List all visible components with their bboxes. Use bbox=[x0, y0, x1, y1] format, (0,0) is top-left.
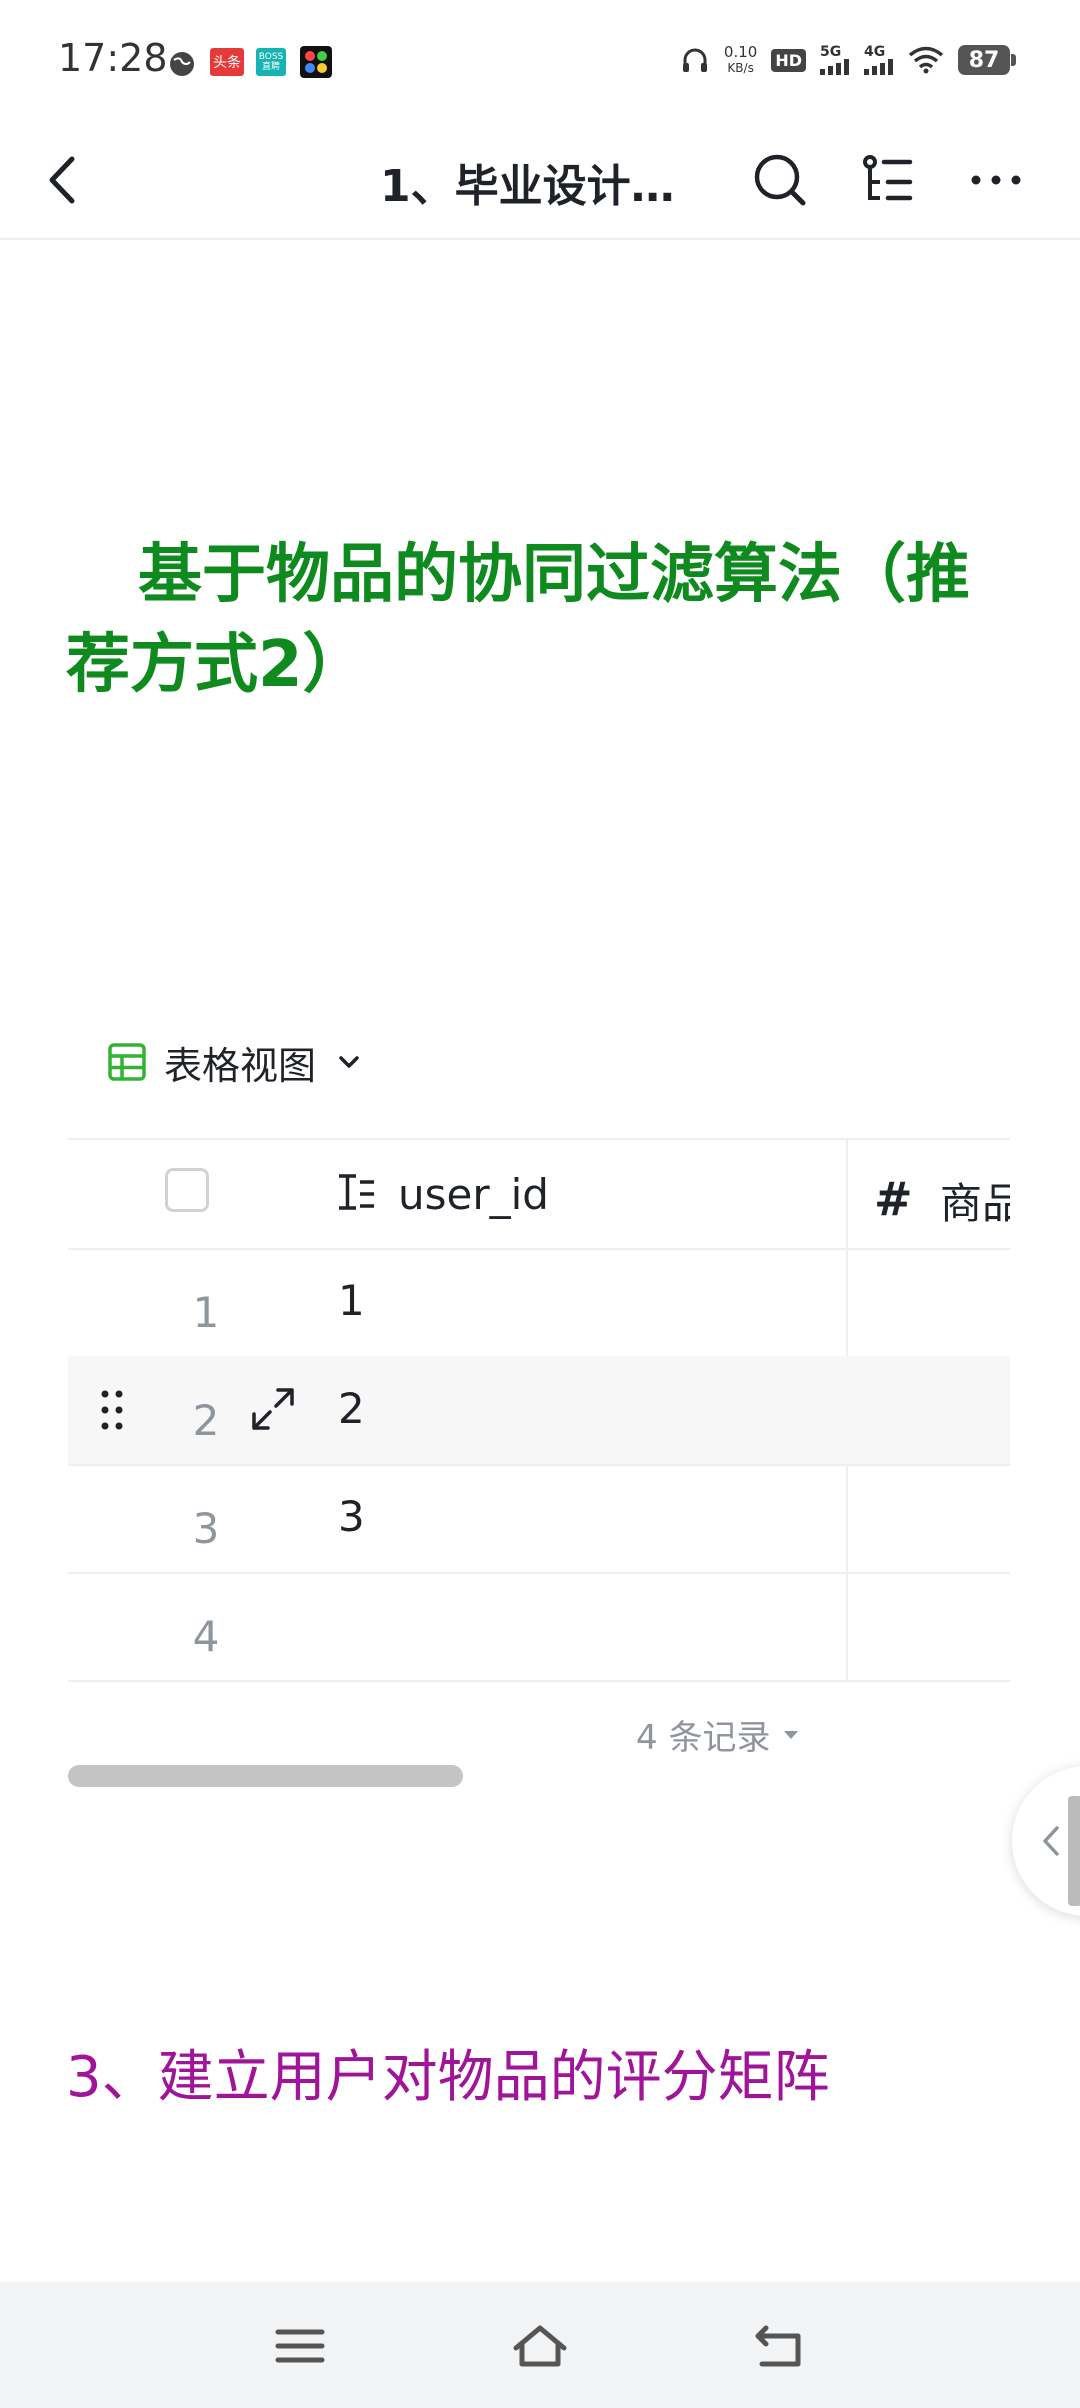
headphones-icon bbox=[682, 48, 707, 72]
cell-user-id[interactable]: 2 bbox=[338, 1384, 365, 1433]
view-selector[interactable]: 表格视图 bbox=[108, 1034, 364, 1090]
horizontal-scrollbar[interactable] bbox=[68, 1765, 463, 1787]
outline-icon[interactable] bbox=[858, 150, 918, 210]
record-count-label: 4 条记录 bbox=[636, 1718, 771, 1758]
search-icon[interactable] bbox=[750, 150, 810, 210]
status-bar: 17:28 头条 BOSS直聘 0.10 KB/s HD 5G 4G 87 bbox=[0, 0, 1080, 120]
table-row[interactable]: 3 3 bbox=[68, 1464, 1010, 1574]
signal-bars-icon bbox=[864, 59, 893, 75]
side-panel-handle[interactable] bbox=[1012, 1766, 1080, 1916]
select-all-checkbox[interactable] bbox=[165, 1168, 209, 1212]
table-header-row: user_id # 商品 bbox=[68, 1140, 1010, 1250]
signal-4g: 4G bbox=[864, 45, 894, 75]
cell-user-id[interactable]: 3 bbox=[338, 1492, 365, 1541]
view-label: 表格视图 bbox=[164, 1043, 317, 1088]
status-icons: 0.10 KB/s HD 5G 4G 87 bbox=[680, 40, 1016, 80]
table-row[interactable]: 2 2 bbox=[68, 1356, 1010, 1466]
section-heading: 基于物品的协同过滤算法（推荐方式2） bbox=[66, 538, 970, 702]
home-icon[interactable] bbox=[510, 2318, 570, 2374]
table-row[interactable]: 1 1 bbox=[68, 1248, 1010, 1358]
menu-icon[interactable] bbox=[270, 2318, 330, 2374]
chevron-down-icon bbox=[339, 1056, 359, 1068]
system-nav-bar bbox=[0, 2282, 1080, 2408]
row-number: 4 bbox=[192, 1612, 220, 1661]
data-table: user_id # 商品 1 1 2 2 3 3 4 bbox=[68, 1138, 1010, 1682]
boss-app-icon: BOSS直聘 bbox=[256, 48, 286, 76]
table-view-icon bbox=[108, 1043, 146, 1081]
page-title: 1、毕业设计… bbox=[380, 161, 675, 212]
text-field-icon bbox=[339, 1174, 374, 1210]
back-nav-icon[interactable] bbox=[750, 2318, 810, 2374]
section-subheading: 3、建立用户对物品的评分矩阵 bbox=[66, 2045, 830, 2110]
status-time: 17:28 bbox=[58, 36, 168, 80]
row-number: 3 bbox=[192, 1504, 220, 1553]
top-nav-bar: 1、毕业设计… bbox=[0, 120, 1080, 240]
caret-down-icon bbox=[784, 1730, 799, 1739]
table-row[interactable]: 4 bbox=[68, 1572, 1010, 1682]
chevron-left-icon bbox=[1043, 1826, 1059, 1856]
net-speed: 0.10 KB/s bbox=[723, 43, 758, 75]
app-grid-icon bbox=[300, 46, 332, 78]
number-field-icon: # bbox=[874, 1172, 913, 1226]
column-header-goods[interactable]: 商品 bbox=[940, 1170, 1010, 1231]
drag-handle-icon[interactable] bbox=[98, 1388, 128, 1432]
record-count[interactable]: 4 条记录 bbox=[636, 1710, 800, 1759]
battery-indicator: 87 bbox=[958, 45, 1016, 75]
cell-user-id[interactable]: 1 bbox=[338, 1276, 365, 1325]
toutiao-app-icon: 头条 bbox=[210, 48, 244, 76]
signal-5g: 5G bbox=[820, 45, 850, 75]
back-icon[interactable] bbox=[40, 145, 90, 215]
hd-badge: HD bbox=[771, 48, 806, 72]
column-header-user-id[interactable]: user_id bbox=[398, 1170, 549, 1219]
signal-bars-icon bbox=[820, 59, 849, 75]
expand-icon[interactable] bbox=[250, 1386, 296, 1432]
row-number: 1 bbox=[192, 1288, 220, 1337]
side-panel-bar bbox=[1068, 1796, 1080, 1906]
more-icon[interactable] bbox=[966, 150, 1026, 210]
wifi-icon bbox=[908, 46, 944, 74]
globe-icon bbox=[170, 52, 194, 76]
row-number: 2 bbox=[192, 1396, 220, 1445]
